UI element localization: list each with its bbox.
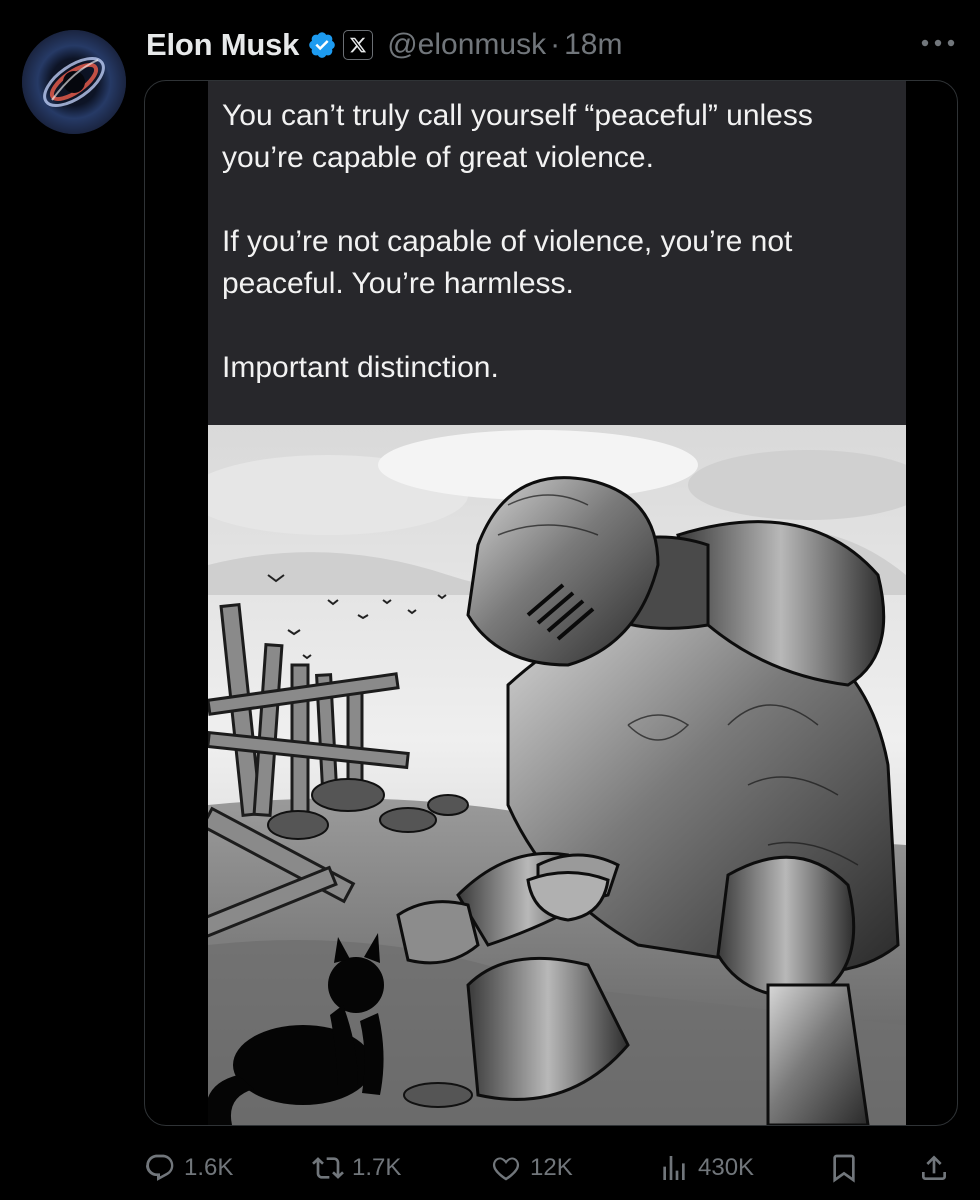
reply-count: 1.6K [184, 1154, 234, 1181]
avatar[interactable] [22, 30, 126, 134]
avatar-image [22, 30, 126, 134]
quote-paragraph: Important distinction. [222, 351, 499, 384]
more-options-icon [921, 39, 955, 47]
more-options-button[interactable] [918, 30, 958, 56]
quote-paragraph: You can’t truly call yourself “peaceful”… [222, 99, 813, 174]
post-header: Elon Musk @elonmusk · 18m [146, 22, 622, 68]
heart-icon [492, 1157, 520, 1181]
post-image[interactable]: You can’t truly call yourself “peaceful”… [208, 81, 906, 1125]
quote-paragraph: If you’re not capable of violence, you’r… [222, 225, 793, 300]
post-actions-bar: 1.6K 1.7K 12K 430K [144, 1144, 958, 1192]
bookmark-button[interactable] [828, 1144, 860, 1192]
repost-button[interactable]: 1.7K [312, 1144, 401, 1192]
author-name[interactable]: Elon Musk [146, 27, 299, 63]
like-count: 12K [530, 1154, 573, 1181]
views-button[interactable]: 430K [658, 1144, 754, 1192]
author-handle[interactable]: @elonmusk [387, 28, 546, 62]
repost-count: 1.7K [352, 1154, 402, 1181]
share-icon [922, 1155, 946, 1180]
separator-dot: · [550, 28, 561, 61]
views-count: 430K [698, 1154, 755, 1181]
reply-button[interactable]: 1.6K [144, 1144, 233, 1192]
verified-badge-icon[interactable] [307, 30, 337, 60]
like-button[interactable]: 12K [490, 1144, 573, 1192]
views-chart-icon [663, 1156, 685, 1180]
share-button[interactable] [918, 1144, 950, 1192]
post-timestamp[interactable]: 18m [564, 28, 622, 62]
media-card[interactable]: You can’t truly call yourself “peaceful”… [144, 80, 958, 1126]
knight-kitten-illustration [208, 425, 906, 1125]
quote-text-panel: You can’t truly call yourself “peaceful”… [208, 81, 906, 425]
reply-icon [146, 1154, 174, 1181]
bookmark-icon [833, 1154, 855, 1183]
x-logo-icon[interactable] [343, 30, 374, 60]
repost-icon [312, 1157, 344, 1179]
